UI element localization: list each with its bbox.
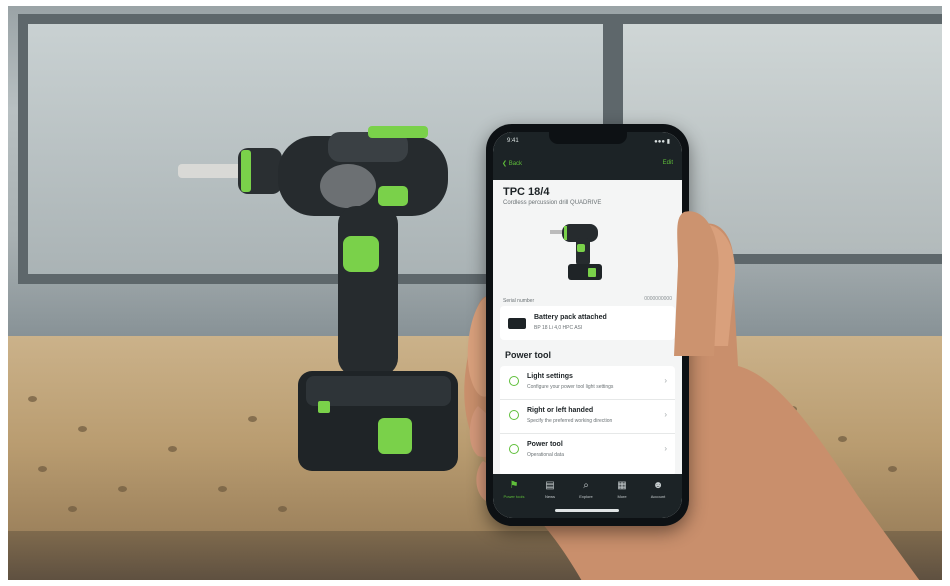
tool-subtitle: Cordless percussion drill QUADRIVE [503,200,602,206]
drill-thumbnail [550,224,602,280]
power-icon [509,444,519,454]
photo: 9:41 ●●● ▮ ❮ Back Edit TPC 18/4 Cordless… [8,6,942,580]
battery-icon [508,318,526,329]
tab-power-tools[interactable]: ⚑ Power tools [499,480,529,499]
battery-subtitle: BP 18 Li 4,0 HPC ASI [534,325,583,331]
tab-more[interactable]: ▦ More [607,480,637,499]
thumb-illustration [674,211,719,356]
account-icon: ☻ [652,480,664,491]
list-item-title: Light settings [527,373,573,380]
drill-illustration [178,126,458,471]
list-item-light-settings[interactable]: Light settings Configure your power tool… [500,366,675,400]
tab-bar: ⚑ Power tools ▤ News ⌕ Explore ▦ More ☻ [493,474,682,518]
back-button[interactable]: ❮ Back [502,160,522,167]
bench-hole [278,506,287,512]
chat-icon: ▤ [545,480,555,491]
edit-button[interactable]: Edit [663,160,673,166]
bench-hole [68,506,77,512]
tool-icon: ⚑ [509,480,519,491]
status-time: 9:41 [507,138,519,144]
bulb-icon [509,376,519,386]
list-item-title: Right or left handed [527,407,594,414]
list-item-subtitle: Specify the preferred working direction [527,418,613,424]
list-item-subtitle: Operational data [527,452,564,458]
settings-list: Light settings Configure your power tool… [500,366,675,476]
tab-explore[interactable]: ⌕ Explore [571,480,601,499]
chevron-right-icon: › [664,444,667,453]
tab-news[interactable]: ▤ News [535,480,565,499]
bench-hole [38,466,47,472]
tab-account[interactable]: ☻ Account [643,480,673,499]
list-item-title: Power tool [527,441,563,448]
phone-notch [549,132,627,144]
list-item-power-tool[interactable]: Power tool Operational data › [500,434,675,467]
list-item-subtitle: Configure your power tool light settings [527,384,614,390]
list-item-handedness[interactable]: Right or left handed Specify the preferr… [500,400,675,434]
tab-label: Power tools [503,494,525,499]
tab-label: News [544,494,555,499]
section-title: Power tool [505,350,552,360]
tool-title: TPC 18/4 [503,186,550,198]
tab-label: More [617,494,627,499]
battery-title: Battery pack attached [534,314,607,321]
status-icons: ●●● ▮ [654,139,670,145]
chevron-right-icon: › [664,376,667,385]
bench-hole [78,426,87,432]
bench-hole [168,446,177,452]
tab-label: Explore [579,494,593,499]
grid-icon: ▦ [617,480,627,491]
bench-hole [118,486,127,492]
bench-hole [28,396,37,402]
search-icon: ⌕ [583,480,589,491]
hand-icon [509,410,519,420]
serial-label: Serial number [503,298,535,304]
home-indicator [555,509,619,512]
app-header: 9:41 ●●● ▮ ❮ Back Edit [493,132,682,180]
bench-hole [218,486,227,492]
chevron-right-icon: › [664,410,667,419]
tab-label: Account [650,494,666,499]
